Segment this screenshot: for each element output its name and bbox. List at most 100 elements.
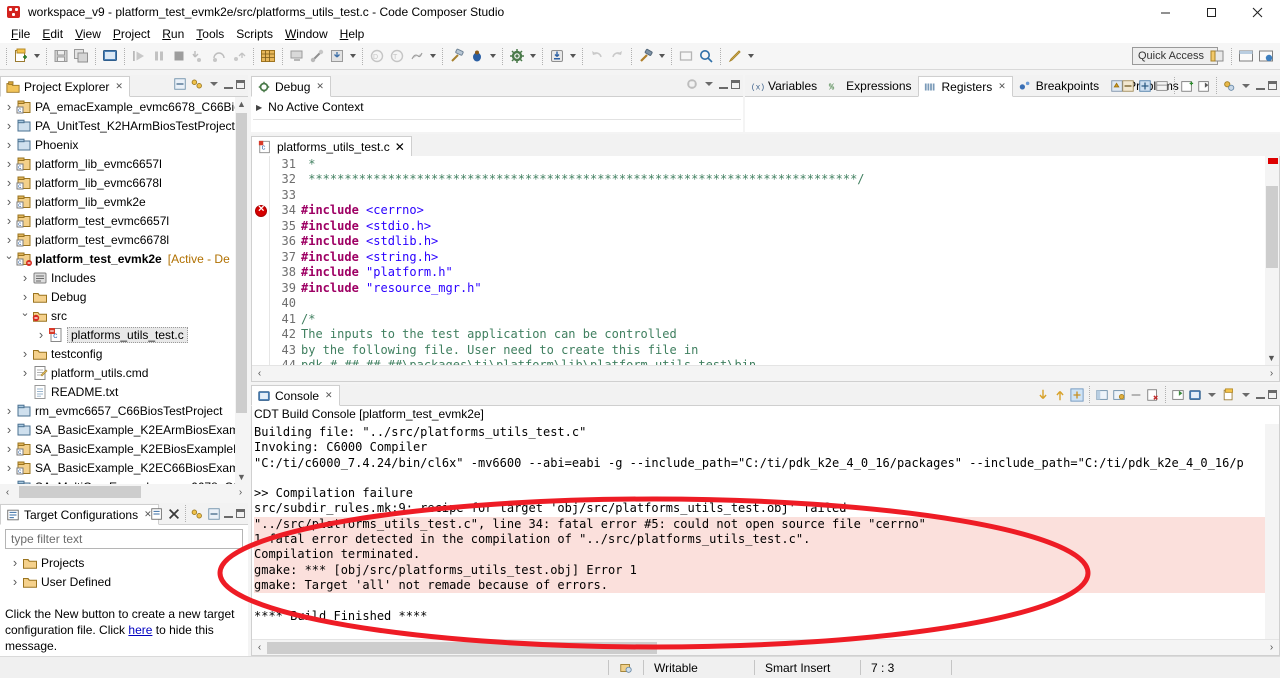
scroll-lock-icon[interactable] xyxy=(1070,387,1084,402)
link-icon[interactable] xyxy=(190,507,204,521)
scroll-left-arrow[interactable]: ‹ xyxy=(252,640,267,656)
maximize-icon[interactable] xyxy=(1268,390,1277,399)
code-line[interactable]: 39 #include "resource_mgr.h" xyxy=(270,280,1265,296)
marker-gutter[interactable] xyxy=(252,156,270,381)
tab-platforms-utils-test-c[interactable]: c platforms_utils_test.c ✕ xyxy=(251,136,412,157)
chevron-down-icon[interactable] xyxy=(656,46,667,66)
chevron-down-icon[interactable] xyxy=(1205,388,1219,402)
rectangle-icon[interactable] xyxy=(676,46,696,66)
menu-scripts[interactable]: Scripts xyxy=(230,26,279,42)
chevron-right-icon[interactable] xyxy=(18,287,32,306)
tab-target-configurations[interactable]: Target Configurations ✕ xyxy=(0,504,159,525)
chevron-down-icon[interactable] xyxy=(745,46,756,66)
tree-item[interactable]: Includes xyxy=(0,268,248,287)
pause-icon[interactable] xyxy=(149,46,169,66)
grid-icon[interactable] xyxy=(258,46,278,66)
target-config-tree[interactable]: Projects User Defined xyxy=(0,553,248,591)
tree-item[interactable]: c SA_BasicExample_K2EC66BiosExample xyxy=(0,458,248,477)
save-icon[interactable] xyxy=(51,46,71,66)
maximize-icon[interactable] xyxy=(236,79,245,89)
hammer-icon[interactable] xyxy=(636,46,656,66)
close-tab-icon[interactable]: ✕ xyxy=(115,81,123,92)
chevron-down-icon[interactable] xyxy=(2,249,16,268)
tab-breakpoints[interactable]: Breakpoints xyxy=(1013,75,1105,96)
minimize-icon[interactable] xyxy=(1142,0,1188,24)
tab-expressions[interactable]: % Expressions xyxy=(823,75,917,96)
view-menu-icon[interactable] xyxy=(1239,79,1253,93)
load-icon[interactable] xyxy=(327,46,347,66)
chevron-down-icon[interactable] xyxy=(31,46,42,66)
menu-tools[interactable]: Tools xyxy=(190,26,230,42)
clear-console-icon[interactable] xyxy=(1129,388,1143,402)
chevron-right-icon[interactable] xyxy=(18,268,32,287)
hammer-build-icon[interactable] xyxy=(447,46,467,66)
tree-item[interactable]: PA_UnitTest_K2HArmBiosTestProject xyxy=(0,116,248,135)
tree-item[interactable]: Phoenix xyxy=(0,135,248,154)
menu-run[interactable]: Run xyxy=(156,26,190,42)
editor-vscrollbar[interactable]: ▼ xyxy=(1265,156,1279,365)
maximize-icon[interactable] xyxy=(236,509,245,518)
pin-console-icon[interactable] xyxy=(1112,388,1126,402)
chevron-right-icon[interactable] xyxy=(18,363,32,382)
terminate-all-icon[interactable] xyxy=(685,77,699,91)
chevron-right-icon[interactable] xyxy=(8,572,22,591)
console-vscrollbar[interactable] xyxy=(1265,424,1279,639)
ccs-debug-icon[interactable] xyxy=(1256,46,1276,66)
console-icon[interactable] xyxy=(100,46,120,66)
chevron-right-icon[interactable] xyxy=(2,401,16,420)
scroll-down-arrow[interactable]: ▼ xyxy=(1267,353,1276,363)
delete-icon[interactable] xyxy=(167,507,181,521)
layout-icon[interactable] xyxy=(1155,79,1169,93)
project-tree[interactable]: c PA_emacExample_evmc6678_C66Bios PA_UnitT… xyxy=(0,97,248,484)
export-icon[interactable] xyxy=(1197,79,1211,93)
menu-view[interactable]: View xyxy=(69,26,107,42)
chevron-right-icon[interactable] xyxy=(2,439,16,458)
new-target-config-icon[interactable] xyxy=(150,507,164,521)
code-line[interactable]: 32 *************************************… xyxy=(270,172,1265,188)
hide-message-link[interactable]: here xyxy=(128,623,152,637)
menu-window[interactable]: Window xyxy=(279,26,334,42)
minimize-icon[interactable] xyxy=(1256,390,1265,399)
maximize-icon[interactable] xyxy=(731,79,740,89)
expand-all-icon[interactable] xyxy=(1138,79,1152,93)
code-line[interactable]: 36 #include <stdlib.h> xyxy=(270,234,1265,250)
scroll-right-arrow[interactable]: › xyxy=(1264,366,1279,382)
new-file-icon[interactable] xyxy=(11,46,31,66)
back-arrow-icon[interactable] xyxy=(587,46,607,66)
close-tab-icon[interactable]: ✕ xyxy=(395,140,405,154)
minimize-icon[interactable] xyxy=(224,80,233,89)
chevron-down-icon[interactable] xyxy=(567,46,578,66)
code-line[interactable]: 34 #include <cerrno> xyxy=(270,203,1265,219)
new-console-view-icon[interactable] xyxy=(1222,387,1236,402)
menu-project[interactable]: Project xyxy=(107,26,156,42)
minimize-icon[interactable] xyxy=(1256,81,1265,90)
profile-icon[interactable] xyxy=(407,46,427,66)
maximize-icon[interactable] xyxy=(1268,81,1277,90)
scroll-left-arrow[interactable]: ‹ xyxy=(0,484,15,500)
new-register-group-icon[interactable] xyxy=(1180,79,1194,93)
close-tab-icon[interactable]: ✕ xyxy=(316,81,324,92)
console-hscrollbar[interactable]: ‹ › xyxy=(252,639,1279,655)
link-with-editor-icon[interactable] xyxy=(190,77,204,91)
code-line[interactable]: 37 #include <string.h> xyxy=(270,249,1265,265)
project-tree-vscrollbar[interactable]: ▲ ▼ xyxy=(235,97,248,484)
scroll-up-icon[interactable] xyxy=(1053,388,1067,402)
editor-hscrollbar[interactable]: ‹ › xyxy=(252,365,1279,381)
hscroll-track[interactable] xyxy=(267,641,1264,655)
disassembly-icon[interactable]: D xyxy=(367,46,387,66)
pencil-icon[interactable] xyxy=(725,46,745,66)
show-console-icon[interactable] xyxy=(1095,388,1109,402)
tree-item[interactable]: Debug xyxy=(0,287,248,306)
scroll-down-icon[interactable] xyxy=(1036,388,1050,402)
chevron-right-icon[interactable] xyxy=(2,116,16,135)
view-palette-icon[interactable] xyxy=(1222,79,1236,93)
filter-input[interactable]: type filter text xyxy=(5,529,243,549)
menu-edit[interactable]: Edit xyxy=(36,26,69,42)
chevron-right-icon[interactable] xyxy=(34,325,48,344)
tree-item[interactable]: User Defined xyxy=(0,572,248,591)
chevron-right-icon[interactable] xyxy=(2,211,16,230)
chevron-right-icon[interactable] xyxy=(2,420,16,439)
restart-icon[interactable] xyxy=(287,46,307,66)
scroll-down-arrow[interactable]: ▼ xyxy=(235,470,248,484)
minimize-icon[interactable] xyxy=(224,509,233,518)
